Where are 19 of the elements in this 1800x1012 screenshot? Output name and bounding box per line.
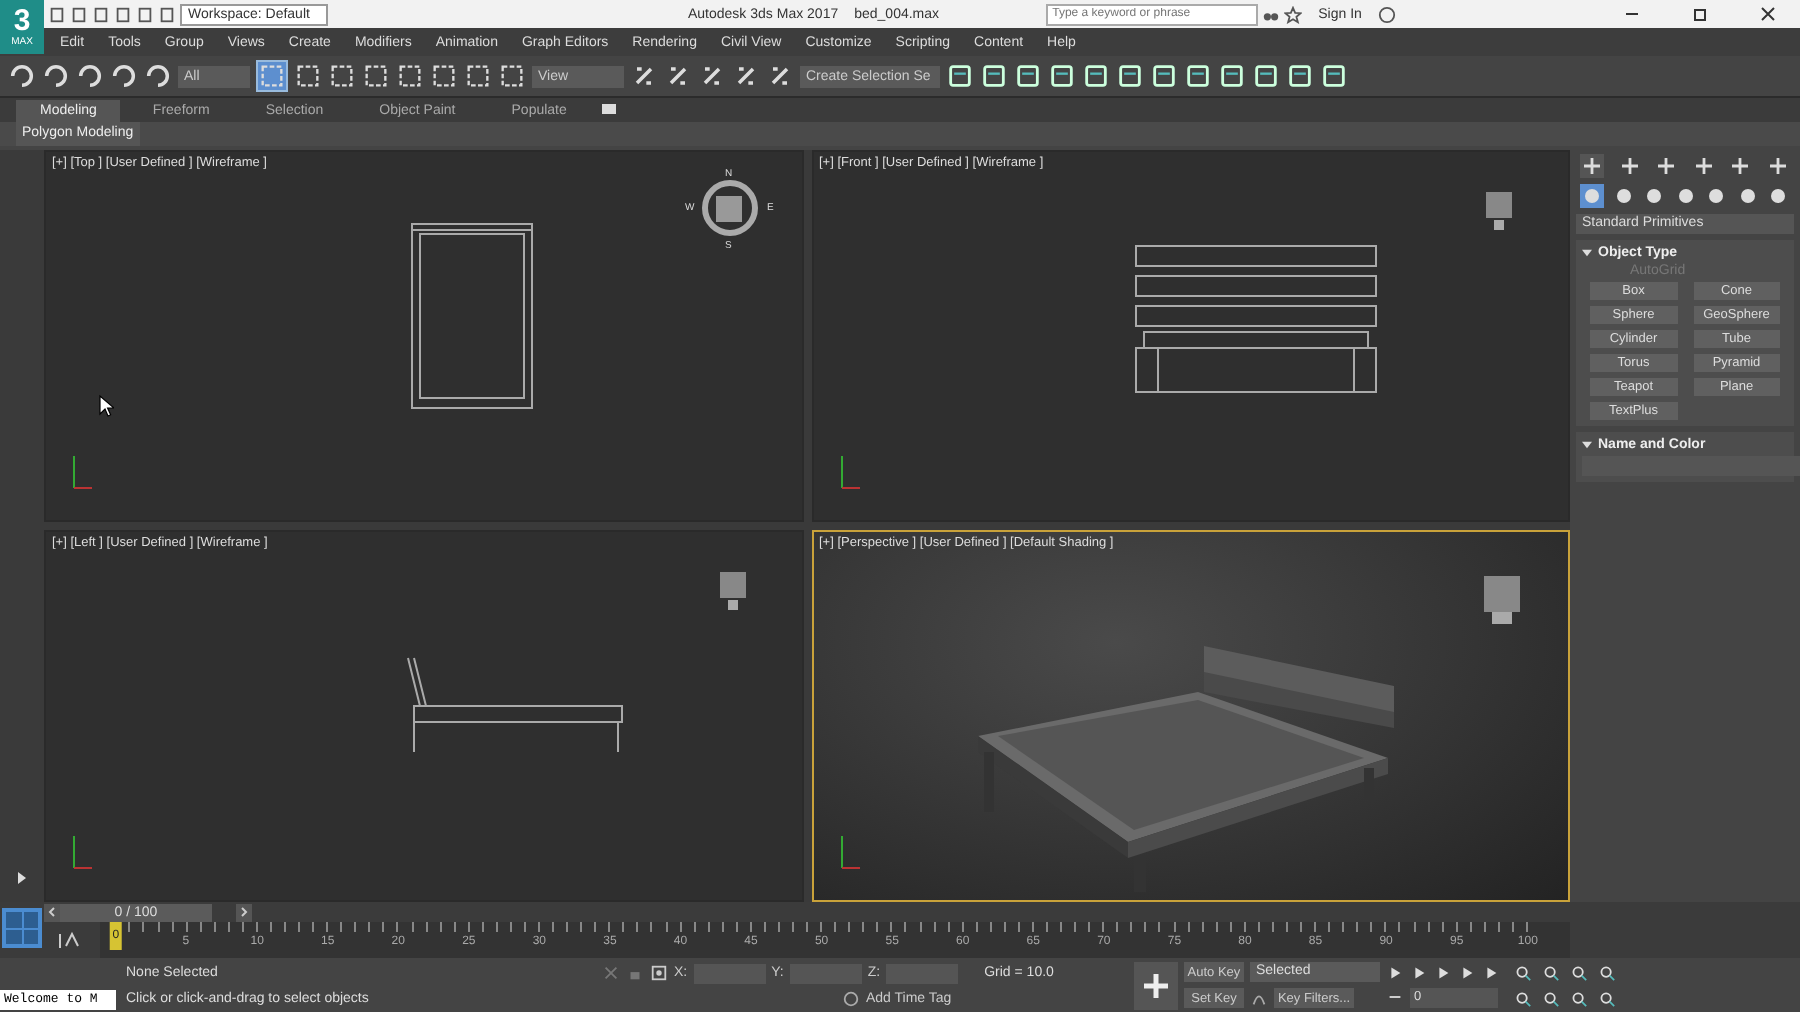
viewcube-icon[interactable]: [719, 572, 745, 598]
next-frame-button[interactable]: [236, 903, 252, 921]
collapse-triangle-icon[interactable]: [1582, 440, 1592, 450]
star-icon[interactable]: [1284, 5, 1303, 23]
close-icon[interactable]: [1758, 4, 1778, 24]
plus-icon[interactable]: [1580, 154, 1604, 178]
restore-icon[interactable]: [1690, 4, 1710, 24]
axis-tripod-icon: [70, 452, 94, 492]
transform-mode-icon[interactable]: [650, 964, 668, 982]
previous-frame-button[interactable]: [44, 903, 60, 921]
plus-key-icon: [1142, 971, 1170, 999]
expand-arrow-icon[interactable]: [14, 870, 30, 886]
set-keys-button[interactable]: [1134, 961, 1178, 1009]
mouse-cursor-icon: [98, 394, 114, 418]
play-icon[interactable]: [1434, 963, 1452, 981]
axis-tripod-icon: [70, 832, 94, 872]
axis-tripod-icon: [837, 832, 861, 872]
collapse-triangle-icon[interactable]: [1582, 248, 1592, 258]
axis-tripod-icon: [837, 452, 861, 492]
